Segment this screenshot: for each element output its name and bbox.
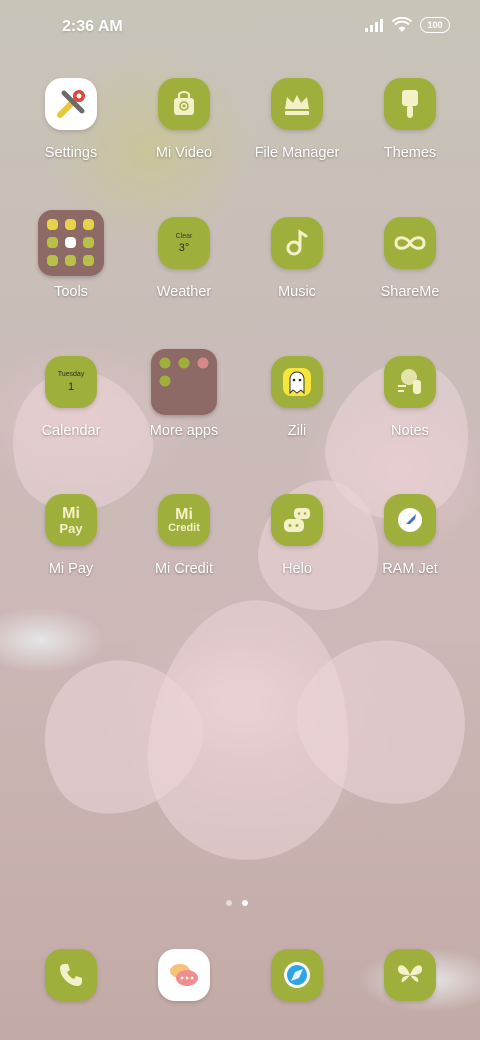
folder-more-apps[interactable]: More apps bbox=[128, 349, 240, 486]
app-weather[interactable]: Clear 3° Weather bbox=[128, 217, 240, 347]
status-bar: 2:36 AM 100 bbox=[0, 0, 480, 56]
butterfly-icon bbox=[384, 949, 436, 1001]
infinity-icon bbox=[384, 217, 436, 269]
calendar-icon: Tuesday 1 bbox=[45, 356, 97, 408]
app-calendar[interactable]: Tuesday 1 Calendar bbox=[15, 356, 127, 486]
app-ram-jet[interactable]: RAM Jet bbox=[354, 494, 466, 624]
app-label: Mi Credit bbox=[154, 561, 213, 577]
app-themes[interactable]: Themes bbox=[354, 78, 466, 208]
app-label: RAM Jet bbox=[382, 561, 438, 577]
app-label: Settings bbox=[44, 145, 98, 161]
app-label: Mi Video bbox=[155, 145, 213, 161]
app-label: ShareMe bbox=[380, 284, 440, 300]
mi-credit-icon: Mi Credit bbox=[158, 494, 210, 546]
app-label: File Manager bbox=[254, 145, 340, 161]
app-label: Calendar bbox=[41, 423, 101, 439]
app-music[interactable]: Music bbox=[241, 217, 353, 347]
dock-gallery[interactable] bbox=[354, 949, 466, 1009]
signal-icon bbox=[365, 19, 383, 32]
more-apps-folder-icon bbox=[151, 349, 217, 415]
weather-text: Clear bbox=[175, 232, 193, 240]
video-bag-icon bbox=[158, 78, 210, 130]
paint-brush-icon bbox=[384, 78, 436, 130]
zili-ghost-icon bbox=[271, 356, 323, 408]
mi-credit-logo-bottom: Credit bbox=[168, 521, 200, 534]
app-mi-pay[interactable]: Mi Pay Mi Pay bbox=[15, 494, 127, 624]
settings-icon bbox=[45, 78, 97, 130]
wifi-icon bbox=[392, 17, 412, 32]
crown-icon bbox=[271, 78, 323, 130]
mi-pay-logo-bottom: Pay bbox=[59, 520, 83, 536]
mi-pay-logo-top: Mi bbox=[62, 504, 80, 522]
page-dot-active[interactable] bbox=[242, 900, 248, 906]
app-label: Tools bbox=[54, 284, 88, 300]
app-label: Zili bbox=[287, 423, 307, 439]
calendar-day-number: 1 bbox=[67, 381, 75, 393]
app-notes[interactable]: Notes bbox=[354, 356, 466, 486]
dock-browser[interactable] bbox=[241, 949, 353, 1009]
app-file-manager[interactable]: File Manager bbox=[241, 78, 353, 208]
rocket-icon bbox=[384, 494, 436, 546]
mi-credit-logo-top: Mi bbox=[175, 505, 193, 523]
battery-level: 100 bbox=[427, 20, 443, 30]
calendar-day-name: Tuesday bbox=[57, 371, 85, 378]
app-shareme[interactable]: ShareMe bbox=[354, 217, 466, 347]
app-label: Notes bbox=[391, 423, 429, 439]
app-label: Music bbox=[278, 284, 316, 300]
app-zili[interactable]: Zili bbox=[241, 356, 353, 486]
page-dot[interactable] bbox=[226, 900, 232, 906]
app-label: Themes bbox=[383, 145, 437, 161]
battery-icon: 100 bbox=[420, 17, 450, 33]
app-label: More apps bbox=[149, 423, 219, 439]
tools-folder-icon bbox=[38, 210, 104, 276]
status-time: 2:36 AM bbox=[62, 18, 123, 35]
page-indicator[interactable] bbox=[226, 900, 248, 906]
dock-messaging[interactable] bbox=[128, 949, 240, 1009]
folder-tools[interactable]: Tools bbox=[15, 210, 127, 347]
mi-pay-icon: Mi Pay bbox=[45, 494, 97, 546]
app-mi-video[interactable]: Mi Video bbox=[128, 78, 240, 208]
app-helo[interactable]: Helo bbox=[241, 494, 353, 624]
dock-phone[interactable] bbox=[15, 949, 127, 1009]
weather-temp: 3° bbox=[178, 241, 190, 254]
notes-icon bbox=[384, 356, 436, 408]
app-label: Weather bbox=[156, 284, 212, 300]
app-label: Mi Pay bbox=[48, 561, 94, 577]
browser-icon bbox=[271, 949, 323, 1001]
app-mi-credit[interactable]: Mi Credit Mi Credit bbox=[128, 494, 240, 624]
phone-icon bbox=[45, 949, 97, 1001]
weather-icon: Clear 3° bbox=[158, 217, 210, 269]
app-settings[interactable]: Settings bbox=[15, 78, 127, 208]
helo-chat-icon bbox=[271, 494, 323, 546]
messaging-icon bbox=[158, 949, 210, 1001]
app-label: Helo bbox=[282, 561, 312, 577]
music-note-icon bbox=[271, 217, 323, 269]
